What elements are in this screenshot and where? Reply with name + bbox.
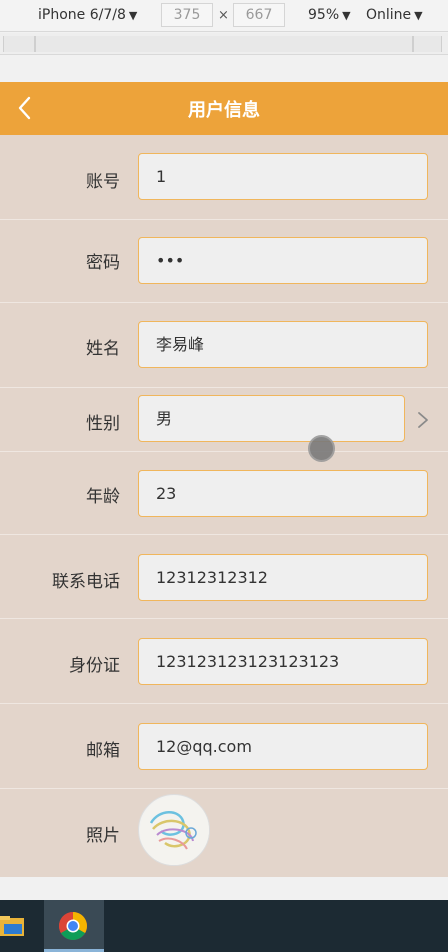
zoom-select[interactable]: 95% ▼	[308, 7, 351, 23]
form-row-account: 账号 1	[0, 135, 448, 220]
avatar-image	[140, 796, 209, 865]
header-bar: 用户信息	[0, 82, 448, 135]
name-label: 姓名	[86, 339, 120, 359]
device-select[interactable]: iPhone 6/7/8 ▼	[38, 7, 137, 23]
gender-select[interactable]: 男	[138, 395, 405, 442]
zoom-label: 95%	[308, 7, 340, 23]
network-label: Online	[366, 7, 412, 23]
network-throttle-select[interactable]: Online ▼	[366, 7, 423, 23]
avatar[interactable]	[138, 794, 210, 866]
form-row-gender[interactable]: 性别 男	[0, 388, 448, 452]
id-card-input[interactable]: 123123123123123123	[138, 638, 428, 685]
phone-input[interactable]: 12312312312	[138, 554, 428, 601]
os-taskbar	[0, 900, 448, 952]
ruler-segment	[3, 36, 35, 52]
dropdown-arrow-icon: ▼	[128, 9, 138, 22]
page-title: 用户信息	[188, 100, 260, 121]
id-card-label: 身份证	[69, 656, 120, 676]
form-row-id-card: 身份证 123123123123123123	[0, 619, 448, 704]
age-input[interactable]: 23	[138, 470, 428, 517]
chrome-icon	[59, 912, 87, 940]
page-bottom-gap	[0, 877, 448, 900]
account-label: 账号	[86, 172, 120, 192]
form-row-password: 密码 •••	[0, 220, 448, 303]
user-info-page: 用户信息 账号 1 密码 ••• 姓名 李易峰 性别 男 年龄 23 联系电话 …	[0, 82, 448, 877]
chrome-taskbar-button[interactable]	[44, 900, 104, 952]
ruler-segment	[35, 36, 413, 52]
dropdown-arrow-icon: ▼	[342, 9, 351, 22]
devtools-toolbar: iPhone 6/7/8 ▼ 375 × 667 95% ▼ Online ▼	[0, 0, 448, 32]
email-label: 邮箱	[86, 741, 120, 761]
form-row-age: 年龄 23	[0, 452, 448, 535]
age-label: 年龄	[86, 487, 120, 507]
form-row-name: 姓名 李易峰	[0, 304, 448, 388]
ruler-segment	[413, 36, 442, 52]
form-row-phone: 联系电话 12312312312	[0, 535, 448, 619]
touch-cursor-indicator	[308, 435, 335, 462]
password-input[interactable]: •••	[138, 237, 428, 284]
name-input[interactable]: 李易峰	[138, 321, 428, 368]
dropdown-arrow-icon: ▼	[414, 9, 423, 22]
email-input[interactable]: 12@qq.com	[138, 723, 428, 770]
dimension-separator: ×	[218, 8, 229, 23]
media-query-ruler	[0, 33, 448, 55]
gender-label: 性别	[86, 414, 120, 434]
photo-label: 照片	[86, 826, 120, 846]
form-row-photo: 照片	[0, 789, 448, 877]
device-label: iPhone 6/7/8	[38, 7, 126, 23]
height-input[interactable]: 667	[233, 3, 285, 27]
account-input[interactable]: 1	[138, 153, 428, 200]
password-label: 密码	[86, 253, 120, 273]
width-input[interactable]: 375	[161, 3, 213, 27]
file-explorer-icon[interactable]	[0, 914, 26, 938]
chevron-right-icon	[418, 412, 428, 428]
phone-label: 联系电话	[52, 572, 120, 592]
form-row-email: 邮箱 12@qq.com	[0, 704, 448, 789]
